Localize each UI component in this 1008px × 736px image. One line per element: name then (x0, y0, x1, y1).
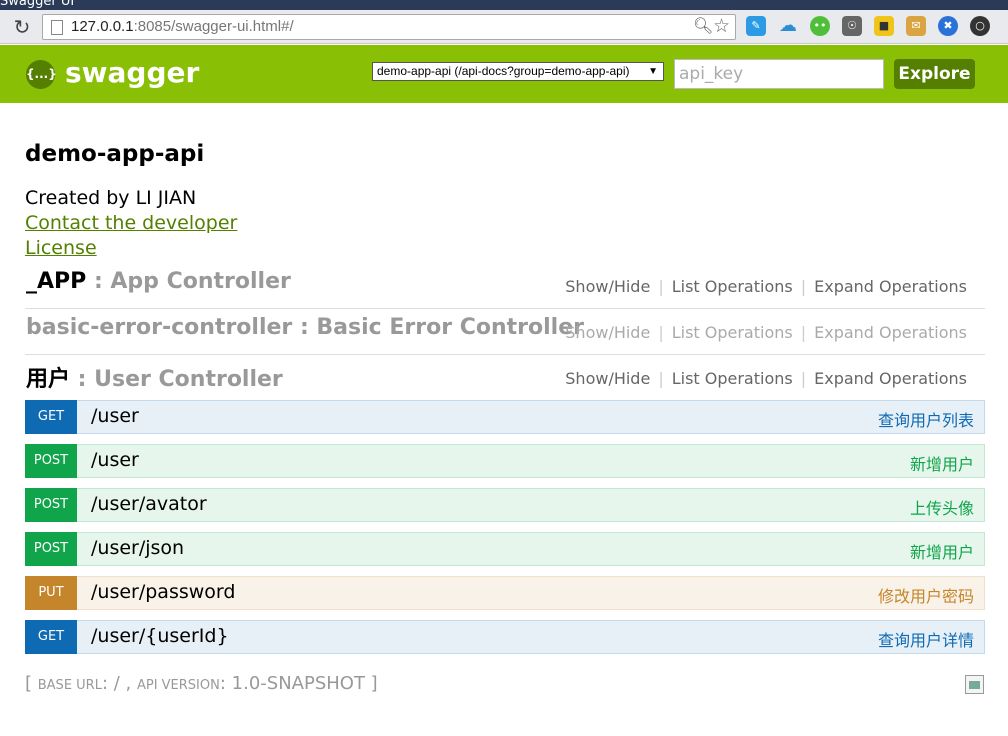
address-bar[interactable]: 127.0.0.1:8085/swagger-ui.html#/ 🔍︎ ☆ (42, 14, 736, 40)
endpoint-get-user[interactable]: GET /user 查询用户列表 (25, 400, 985, 434)
api-title: demo-app-api (25, 141, 205, 167)
endpoint-summary[interactable]: 查询用户列表 (878, 407, 974, 431)
extension-cloud-icon[interactable]: ☁ (778, 16, 798, 36)
endpoint-get-user-by-id[interactable]: GET /user/{userId} 查询用户详情 (25, 620, 985, 654)
endpoint-put-user-password[interactable]: PUT /user/password 修改用户密码 (25, 576, 985, 610)
api-version-label: API VERSION (136, 678, 220, 693)
expand-operations-link[interactable]: Expand Operations (806, 323, 975, 342)
endpoint-path[interactable]: /user (91, 449, 139, 471)
extension-wechat-icon[interactable]: •• (810, 16, 830, 36)
api-key-input[interactable] (674, 59, 884, 89)
validator-badge-icon[interactable] (965, 675, 984, 694)
bookmark-star-icon[interactable]: ☆ (713, 15, 730, 37)
endpoint-post-user-json[interactable]: POST /user/json 新增用户 (25, 532, 985, 566)
base-url-label: BASE URL (37, 678, 102, 693)
endpoint-summary[interactable]: 新增用户 (910, 451, 974, 475)
resource-operations: Show/Hide | List Operations | Expand Operati… (557, 277, 975, 296)
resource-operations: Show/Hide | List Operations | Expand Operati… (557, 323, 975, 342)
api-footer: [ BASE URL: / , API VERSION: 1.0-SNAPSHO… (25, 673, 378, 694)
resource-title[interactable]: _APP : App Controller (26, 269, 291, 294)
extension-o-icon[interactable]: ○ (970, 16, 990, 36)
http-method-badge[interactable]: POST (25, 444, 77, 478)
endpoint-path[interactable]: /user/avator (91, 493, 207, 515)
resource-user-controller: 用户 : User Controller Show/Hide | List Oper… (25, 355, 985, 401)
base-url-value: : / , (101, 673, 137, 694)
show-hide-link[interactable]: Show/Hide (557, 323, 658, 342)
expand-operations-link[interactable]: Expand Operations (806, 369, 975, 388)
window-titlebar: Swagger UI (0, 0, 1008, 10)
swagger-header: {...} swagger demo-app-api (/api-docs?gr… (0, 45, 1008, 103)
url-text[interactable]: 127.0.0.1:8085/swagger-ui.html#/ (71, 18, 294, 35)
tab-title: Swagger UI (0, 0, 75, 9)
http-method-badge[interactable]: POST (25, 532, 77, 566)
http-method-badge[interactable]: POST (25, 488, 77, 522)
extension-lightbulb-icon[interactable]: ☉ (842, 16, 862, 36)
http-method-badge[interactable]: GET (25, 400, 77, 434)
resource-operations: Show/Hide | List Operations | Expand Operati… (557, 369, 975, 388)
endpoint-summary[interactable]: 查询用户详情 (878, 627, 974, 651)
swagger-title[interactable]: swagger (65, 56, 199, 89)
list-operations-link[interactable]: List Operations (664, 369, 801, 388)
endpoint-summary[interactable]: 新增用户 (910, 539, 974, 563)
api-created-by: Created by LI JIAN (25, 187, 197, 209)
endpoint-post-user-avator[interactable]: POST /user/avator 上传头像 (25, 488, 985, 522)
resource-title[interactable]: 用户 : User Controller (26, 361, 283, 393)
http-method-badge[interactable]: GET (25, 620, 77, 654)
show-hide-link[interactable]: Show/Hide (557, 277, 658, 296)
license-link[interactable]: License (25, 237, 97, 259)
page-icon (51, 20, 63, 35)
swagger-logo-icon[interactable]: {...} (26, 60, 57, 89)
explore-button[interactable]: Explore (894, 59, 975, 89)
api-group-select-value: demo-app-api (/api-docs?group=demo-app-a… (377, 64, 630, 78)
chevron-down-icon: ▼ (648, 66, 658, 77)
extension-gift-icon[interactable]: ✉ (906, 16, 926, 36)
http-method-badge[interactable]: PUT (25, 576, 77, 610)
extension-pen-icon[interactable]: ✎ (746, 16, 766, 36)
extension-notes-icon[interactable]: ■ (874, 16, 894, 36)
contact-developer-link[interactable]: Contact the developer (25, 212, 237, 234)
list-operations-link[interactable]: List Operations (664, 277, 801, 296)
resource-app-controller: _APP : App Controller Show/Hide | List Ope… (25, 263, 985, 309)
api-version-value: : 1.0-SNAPSHOT ] (219, 673, 378, 694)
endpoint-path[interactable]: /user/json (91, 537, 184, 559)
endpoint-path[interactable]: /user/password (91, 581, 235, 603)
extension-globe-icon[interactable]: ✖ (938, 16, 958, 36)
endpoint-post-user[interactable]: POST /user 新增用户 (25, 444, 985, 478)
resource-title[interactable]: basic-error-controller : Basic Error Con… (26, 315, 584, 340)
list-operations-link[interactable]: List Operations (664, 323, 801, 342)
browser-toolbar: ↻ 127.0.0.1:8085/swagger-ui.html#/ 🔍︎ ☆ … (0, 10, 1008, 44)
endpoint-summary[interactable]: 上传头像 (910, 495, 974, 519)
show-hide-link[interactable]: Show/Hide (557, 369, 658, 388)
endpoint-path[interactable]: /user (91, 405, 139, 427)
zoom-icon[interactable]: 🔍︎ (693, 16, 713, 35)
expand-operations-link[interactable]: Expand Operations (806, 277, 975, 296)
reload-icon[interactable]: ↻ (10, 15, 34, 39)
endpoint-path[interactable]: /user/{userId} (91, 625, 229, 647)
endpoint-summary[interactable]: 修改用户密码 (878, 583, 974, 607)
resource-basic-error-controller: basic-error-controller : Basic Error Con… (25, 309, 985, 355)
api-group-select[interactable]: demo-app-api (/api-docs?group=demo-app-a… (372, 62, 664, 81)
